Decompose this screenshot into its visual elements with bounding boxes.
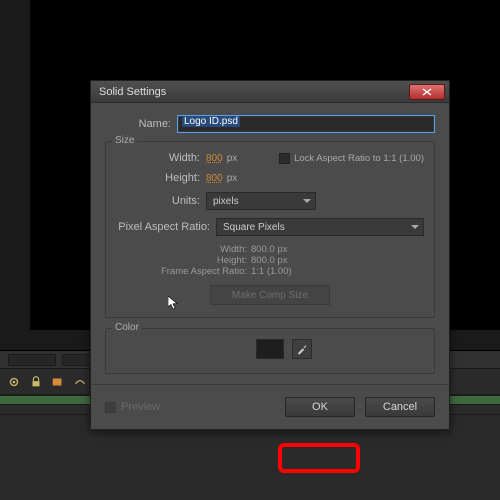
timecode-box[interactable] (8, 354, 56, 366)
info-height-label: Height: (156, 255, 251, 266)
solid-settings-dialog: Solid Settings Name: Logo ID.psd Size Wi… (90, 80, 450, 430)
eyedropper-icon (296, 343, 308, 355)
dialog-titlebar[interactable]: Solid Settings (91, 81, 449, 103)
color-group: Color (105, 328, 435, 374)
mouse-cursor (168, 296, 178, 310)
color-legend: Color (112, 322, 142, 333)
size-group: Size Width: 800 px Lock Aspect Ratio to … (105, 141, 435, 318)
units-label: Units: (116, 195, 206, 207)
checkbox-icon (279, 153, 290, 164)
lock-icon[interactable] (28, 374, 44, 390)
close-icon (422, 88, 432, 96)
units-select[interactable]: pixels (206, 192, 316, 210)
par-label: Pixel Aspect Ratio: (116, 221, 216, 233)
units-value: pixels (213, 196, 239, 207)
eye-icon[interactable] (6, 374, 22, 390)
par-value: Square Pixels (223, 222, 285, 233)
window-close-button[interactable] (409, 84, 445, 100)
lock-aspect-label: Lock Aspect Ratio to 1:1 (1.00) (294, 153, 424, 164)
name-label: Name: (105, 118, 177, 130)
height-value[interactable]: 800 (206, 173, 223, 184)
info-far-label: Frame Aspect Ratio: (156, 266, 251, 277)
lock-aspect-checkbox[interactable]: Lock Aspect Ratio to 1:1 (1.00) (279, 153, 424, 164)
separator (91, 384, 449, 385)
width-label: Width: (116, 152, 206, 164)
height-label: Height: (116, 172, 206, 184)
height-unit: px (227, 173, 238, 184)
info-far-value: 1:1 (1.00) (251, 266, 292, 277)
make-comp-size-button: Make Comp Size (210, 285, 330, 305)
width-unit: px (227, 153, 238, 164)
size-info: Width:800.0 px Height:800.0 px Frame Asp… (156, 244, 424, 277)
ok-button[interactable]: OK (285, 397, 355, 417)
info-height-value: 800.0 px (251, 255, 287, 266)
color-swatch[interactable] (256, 339, 284, 359)
chevron-down-icon (411, 225, 419, 229)
eyedropper-button[interactable] (292, 339, 312, 359)
size-legend: Size (112, 135, 137, 146)
info-width-label: Width: (156, 244, 251, 255)
label-icon[interactable] (50, 374, 66, 390)
cancel-button[interactable]: Cancel (365, 397, 435, 417)
info-width-value: 800.0 px (251, 244, 287, 255)
name-input[interactable]: Logo ID.psd (177, 115, 435, 133)
name-input-value: Logo ID.psd (182, 116, 240, 127)
par-select[interactable]: Square Pixels (216, 218, 424, 236)
chevron-down-icon (303, 199, 311, 203)
width-value[interactable]: 800 (206, 153, 223, 164)
preview-label: Preview (121, 401, 160, 413)
preview-checkbox: Preview (105, 401, 160, 413)
dialog-title: Solid Settings (99, 86, 166, 98)
shy-icon[interactable] (72, 374, 88, 390)
checkbox-icon (105, 402, 116, 413)
